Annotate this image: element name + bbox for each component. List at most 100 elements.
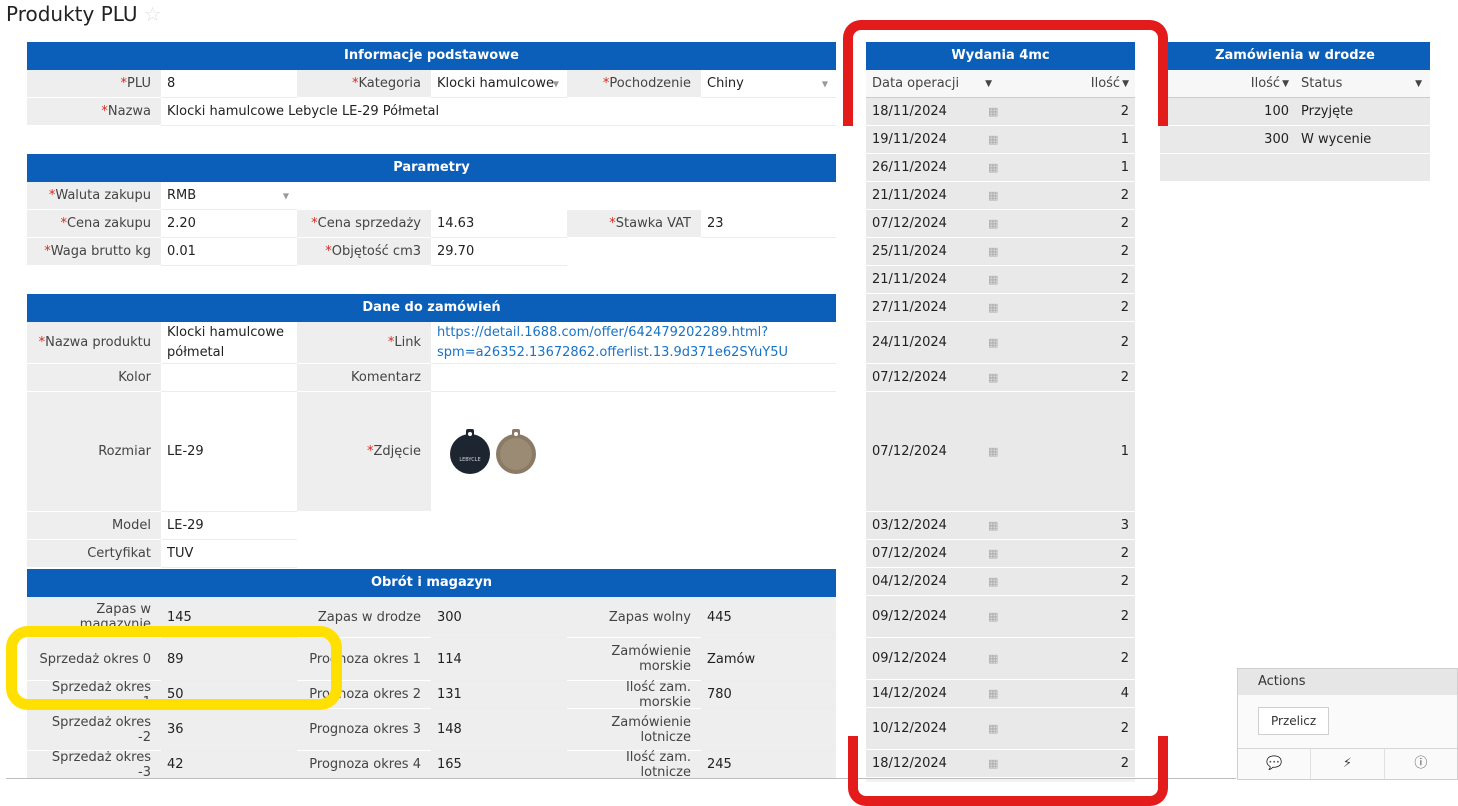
wydania-date-cell[interactable]: 21/11/2024 ▦ <box>866 182 1000 210</box>
kategoria-select[interactable]: Klocki hamulcowe ▼ <box>431 70 567 98</box>
nazwa-produktu-field[interactable]: Klocki hamulcowe półmetal <box>161 322 297 364</box>
wydania-qty-cell[interactable]: 1 <box>1000 126 1135 154</box>
stock-value[interactable]: 780 <box>701 681 836 709</box>
komentarz-field[interactable] <box>431 364 836 392</box>
wydania-qty-cell[interactable]: 2 <box>1000 568 1135 596</box>
wydania-date-cell[interactable]: 27/11/2024 ▦ <box>866 294 1000 322</box>
kolor-field[interactable] <box>161 364 297 392</box>
wydania-qty-cell[interactable]: 3 <box>1000 512 1135 540</box>
wydania-date-cell[interactable]: 09/12/2024 ▦ <box>866 638 1000 680</box>
wydania-date-cell[interactable]: 07/12/2024 ▦ <box>866 540 1000 568</box>
wydania-qty-cell[interactable]: 2 <box>1000 294 1135 322</box>
calendar-icon[interactable]: ▦ <box>988 245 998 258</box>
wydania-date-cell[interactable]: 26/11/2024 ▦ <box>866 154 1000 182</box>
wydania-qty-cell[interactable]: 2 <box>1000 596 1135 638</box>
zam-status-cell[interactable]: W wycenie <box>1295 126 1430 154</box>
calendar-icon[interactable]: ▦ <box>988 610 998 623</box>
wydania-date-cell[interactable]: 14/12/2024 ▦ <box>866 680 1000 708</box>
stock-value[interactable]: 148 <box>431 709 567 751</box>
wydania-qty-cell[interactable]: 2 <box>1000 266 1135 294</box>
calendar-icon[interactable]: ▦ <box>988 133 998 146</box>
wydania-qty-cell[interactable]: 4 <box>1000 680 1135 708</box>
rozmiar-field[interactable]: LE-29 <box>161 392 297 512</box>
wydania-qty-cell[interactable]: 2 <box>1000 210 1135 238</box>
objetosc-field[interactable]: 29.70 <box>431 238 567 266</box>
calendar-icon[interactable]: ▦ <box>988 189 998 202</box>
objetosc-label: * Objętość cm3 <box>297 238 431 266</box>
waluta-select[interactable]: RMB ▼ <box>161 182 297 210</box>
wydania-date-cell[interactable]: 07/12/2024 ▦ <box>866 364 1000 392</box>
chevron-down-icon: ▼ <box>282 191 289 200</box>
link-field[interactable]: https://detail.1688.com/offer/6424792022… <box>431 322 836 364</box>
calendar-icon[interactable]: ▦ <box>988 722 998 735</box>
star-icon[interactable]: ☆ <box>144 2 162 26</box>
zam-status-cell[interactable]: Przyjęte <box>1295 98 1430 126</box>
cena-zakupu-field[interactable]: 2.20 <box>161 210 297 238</box>
col-zam-ilosc[interactable]: Ilość ▼ <box>1160 70 1295 98</box>
product-link-line2[interactable]: spm=a26352.13672862.offerlist.13.9d371e6… <box>437 343 830 363</box>
stock-label: Zamówienie lotnicze <box>567 709 701 751</box>
przelicz-button[interactable]: Przelicz <box>1258 707 1330 735</box>
col-zam-status[interactable]: Status ▼ <box>1295 70 1430 98</box>
model-field[interactable]: LE-29 <box>161 512 297 540</box>
product-photo[interactable]: LEBYCLE <box>431 392 552 512</box>
calendar-icon[interactable]: ▦ <box>988 336 998 349</box>
wydania-date-cell[interactable]: 03/12/2024 ▦ <box>866 512 1000 540</box>
wydania-qty-cell[interactable]: 1 <box>1000 392 1135 512</box>
cena-sprzedazy-field[interactable]: 14.63 <box>431 210 567 238</box>
zam-qty-cell[interactable]: 300 <box>1160 126 1295 154</box>
wydania-date-cell[interactable]: 25/11/2024 ▦ <box>866 238 1000 266</box>
stock-value[interactable]: 131 <box>431 681 567 709</box>
stock-value[interactable]: 114 <box>431 638 567 681</box>
wydania-date-cell[interactable]: 24/11/2024 ▦ <box>866 322 1000 364</box>
wydania-qty-cell[interactable]: 2 <box>1000 322 1135 364</box>
stock-value[interactable]: 245 <box>701 751 836 779</box>
wydania-date-cell[interactable]: 07/12/2024 ▦ <box>866 392 1000 512</box>
nazwa-produktu-line2: półmetal <box>167 345 225 360</box>
calendar-icon[interactable]: ▦ <box>988 547 998 560</box>
stock-value[interactable]: 300 <box>431 597 567 638</box>
vat-field[interactable]: 23 <box>701 210 836 238</box>
product-link-line1[interactable]: https://detail.1688.com/offer/6424792022… <box>437 323 830 343</box>
calendar-icon[interactable]: ▦ <box>988 273 998 286</box>
calendar-icon[interactable]: ▦ <box>988 161 998 174</box>
wydania-date-cell[interactable]: 09/12/2024 ▦ <box>866 596 1000 638</box>
stock-label: Sprzedaż okres -3 <box>27 750 161 780</box>
bolt-icon[interactable]: ⚡ <box>1311 749 1385 779</box>
pochodzenie-select[interactable]: Chiny ▼ <box>701 70 836 98</box>
wydania-qty-cell[interactable]: 2 <box>1000 182 1135 210</box>
calendar-icon[interactable]: ▦ <box>988 519 998 532</box>
stock-value[interactable]: Zamów <box>701 638 836 681</box>
wydania-date-cell[interactable]: 19/11/2024 ▦ <box>866 126 1000 154</box>
waga-field[interactable]: 0.01 <box>161 238 297 266</box>
plu-field[interactable]: 8 <box>161 70 297 98</box>
certyfikat-field[interactable]: TUV <box>161 540 297 568</box>
calendar-icon[interactable]: ▦ <box>988 217 998 230</box>
stock-value[interactable] <box>701 709 836 751</box>
wydania-date-cell[interactable]: 04/12/2024 ▦ <box>866 568 1000 596</box>
section-header-info: Informacje podstawowe <box>27 42 836 70</box>
stock-value[interactable]: 36 <box>161 709 297 751</box>
stock-value[interactable]: 445 <box>701 597 836 638</box>
wydania-qty-cell[interactable]: 2 <box>1000 238 1135 266</box>
calendar-icon[interactable]: ▦ <box>988 652 998 665</box>
nazwa-field[interactable]: Klocki hamulcowe Lebycle LE-29 Półmetal <box>161 98 836 126</box>
comment-icon[interactable]: 💬 <box>1238 749 1312 779</box>
wydania-qty-cell[interactable]: 2 <box>1000 364 1135 392</box>
wydania-qty-cell[interactable]: 1 <box>1000 154 1135 182</box>
calendar-icon[interactable]: ▦ <box>988 301 998 314</box>
wydania-date-cell[interactable]: 07/12/2024 ▦ <box>866 210 1000 238</box>
stock-value[interactable]: 165 <box>431 751 567 779</box>
stock-value[interactable]: 42 <box>161 751 297 779</box>
calendar-icon[interactable]: ▦ <box>988 371 998 384</box>
calendar-icon[interactable]: ▦ <box>988 575 998 588</box>
kategoria-label: * Kategoria <box>297 70 431 98</box>
calendar-icon[interactable]: ▦ <box>988 687 998 700</box>
wydania-qty-cell[interactable]: 2 <box>1000 540 1135 568</box>
wydania-qty-cell[interactable]: 2 <box>1000 638 1135 680</box>
info-icon[interactable]: ⓘ <box>1385 749 1457 779</box>
wydania-date-cell[interactable]: 21/11/2024 ▦ <box>866 266 1000 294</box>
zamowienia-header: Zamówienia w drodze <box>1160 42 1430 70</box>
zam-qty-cell[interactable]: 100 <box>1160 98 1295 126</box>
calendar-icon[interactable]: ▦ <box>988 445 998 458</box>
